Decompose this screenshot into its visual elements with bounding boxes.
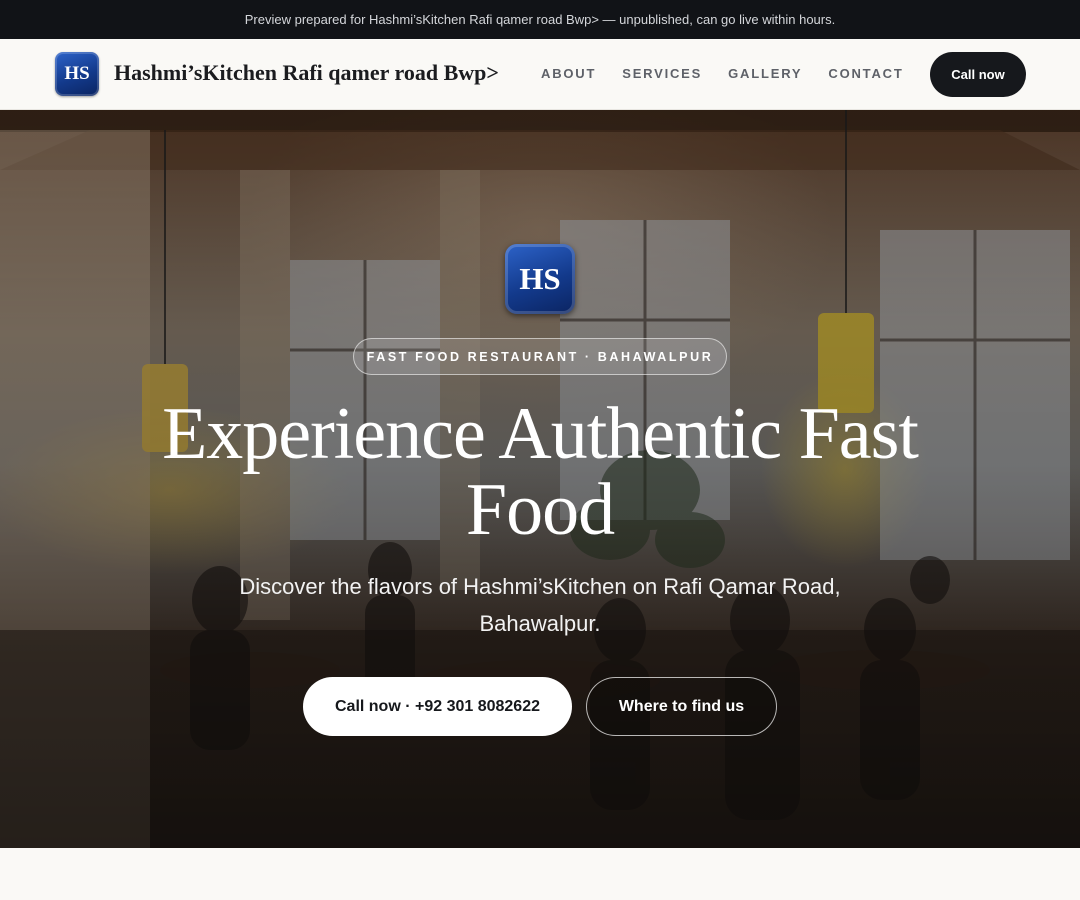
header-call-button[interactable]: Call now [930,52,1026,97]
nav-link-about[interactable]: ABOUT [541,66,596,81]
logo-initials: HS [64,63,90,84]
hero-section: HS FAST FOOD RESTAURANT · BAHAWALPUR Exp… [0,110,1080,848]
hero-call-button[interactable]: Call now · +92 301 8082622 [303,677,572,736]
hero-category-tag: FAST FOOD RESTAURANT · BAHAWALPUR [353,338,727,375]
hero-directions-button[interactable]: Where to find us [586,677,777,736]
site-header: HS Hashmi’sKitchen Rafi qamer road Bwp> … [0,39,1080,110]
preview-banner: Preview prepared for Hashmi’sKitchen Raf… [0,0,1080,39]
hero-title: Experience Authentic Fast Food [162,393,919,551]
hero-logo-badge: HS [505,244,575,314]
hero-subtitle: Discover the flavors of Hashmi’sKitchen … [239,574,841,636]
brand-name[interactable]: Hashmi’sKitchen Rafi qamer road Bwp> [114,60,524,86]
preview-banner-text: Preview prepared for Hashmi’sKitchen Raf… [244,12,836,27]
nav-link-services[interactable]: SERVICES [622,66,702,81]
nav-link-contact[interactable]: CONTACT [828,66,903,81]
hero-logo-initials: HS [519,261,561,296]
next-section-start [0,848,1080,900]
main-nav: ABOUT SERVICES GALLERY CONTACT [541,66,904,81]
logo-badge[interactable]: HS [55,52,99,96]
nav-link-gallery[interactable]: GALLERY [728,66,802,81]
